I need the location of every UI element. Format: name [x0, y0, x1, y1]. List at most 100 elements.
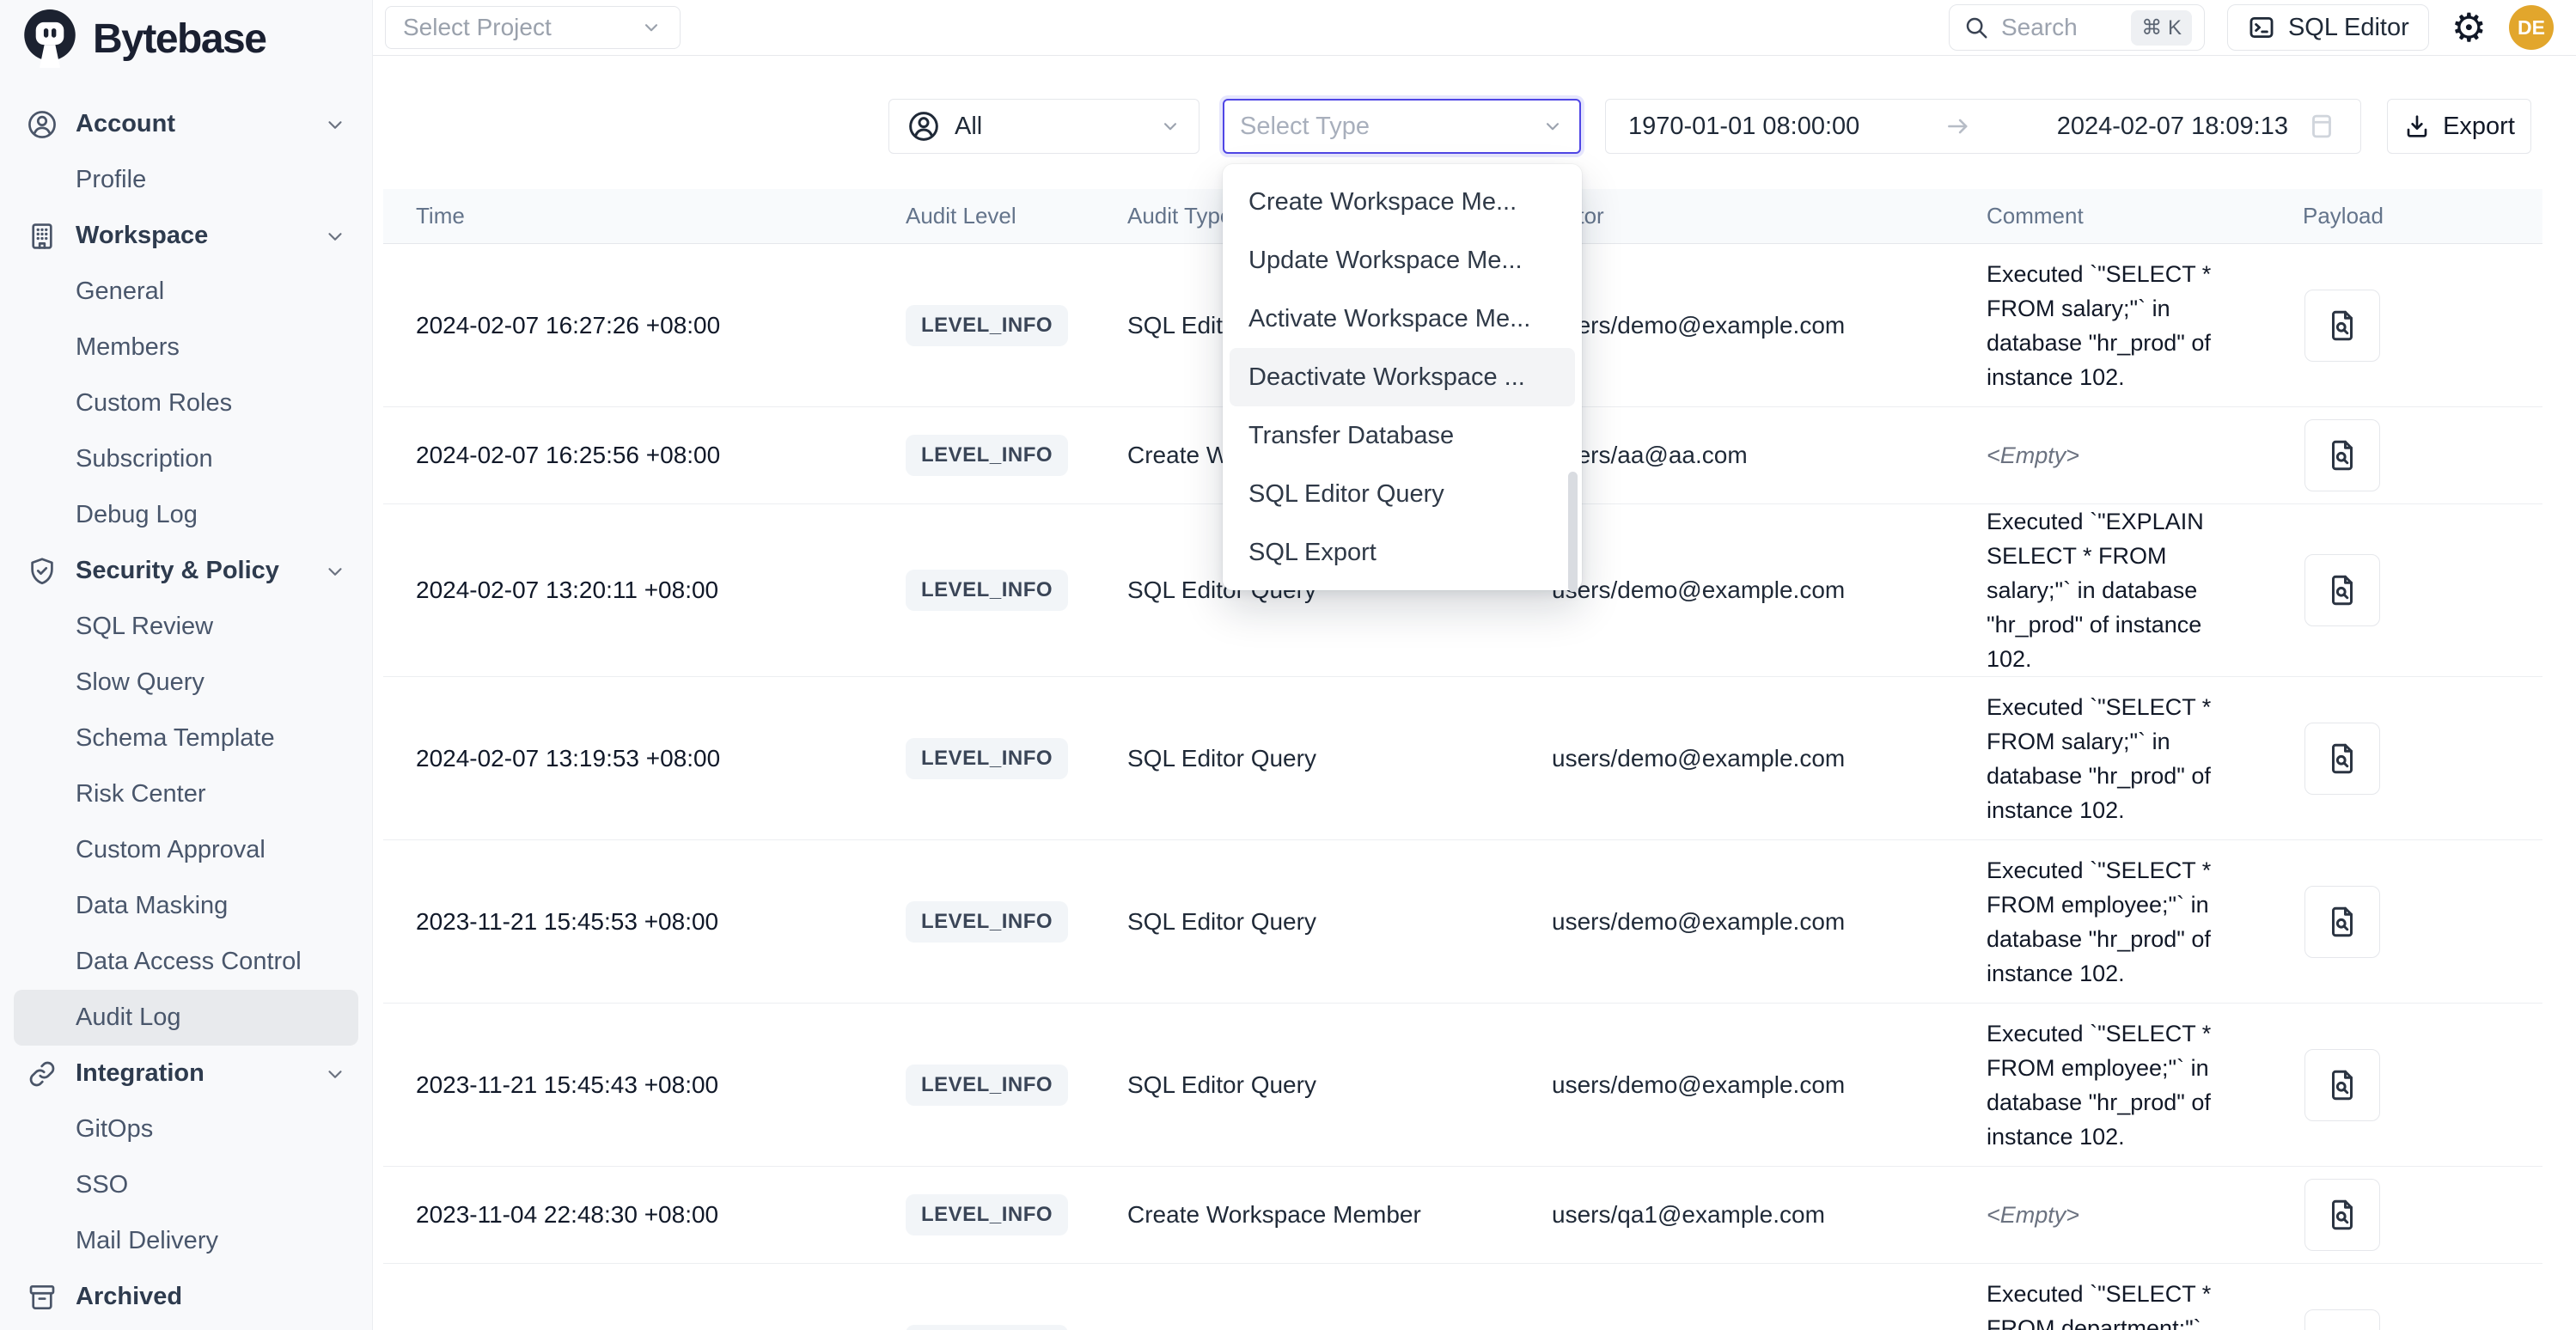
view-payload-button[interactable]	[2304, 886, 2380, 958]
date-range-start[interactable]: 1970-01-01 08:00:00	[1628, 113, 1859, 141]
user-circle-icon	[26, 108, 58, 141]
search-input[interactable]: Search ⌘ K	[1949, 4, 2205, 51]
sql-editor-button[interactable]: SQL Editor	[2227, 4, 2429, 51]
arrow-right-icon	[1877, 112, 2039, 141]
terminal-icon	[2247, 13, 2276, 42]
calendar-icon	[2305, 110, 2338, 143]
logo-text: Bytebase	[93, 15, 266, 63]
dropdown-option[interactable]: Update Workspace Me...	[1230, 231, 1575, 290]
dropdown-option[interactable]: Activate Workspace Me...	[1230, 290, 1575, 348]
cell-audit-level: LEVEL_INFO	[873, 738, 1095, 779]
cell-comment: <Empty>	[1954, 1198, 2270, 1232]
sidebar-item-subscription[interactable]: Subscription	[14, 431, 358, 487]
cell-time: 2024-02-07 13:20:11 +08:00	[383, 577, 873, 604]
table-row: 2023-11-04 22:48:30 +08:00 LEVEL_INFO Cr…	[383, 1167, 2542, 1264]
cell-time: 2023-11-04 22:48:30 +08:00	[383, 1201, 873, 1229]
cell-comment: Executed `"EXPLAIN SELECT * FROM salary;…	[1954, 504, 2270, 676]
cell-payload	[2270, 1049, 2542, 1121]
dropdown-option[interactable]: Deactivate Workspace ...	[1230, 348, 1575, 406]
view-payload-button[interactable]	[2304, 419, 2380, 491]
building-icon	[26, 220, 58, 253]
cell-payload	[2270, 419, 2542, 491]
cell-comment: Executed `"SELECT * FROM salary;"` in da…	[1954, 690, 2270, 827]
actor-filter-select[interactable]: All	[888, 99, 1199, 154]
sidebar-item-audit-log[interactable]: Audit Log	[14, 990, 358, 1046]
actor-filter-value: All	[955, 113, 982, 141]
sidebar-item-risk-center[interactable]: Risk Center	[14, 766, 358, 822]
dropdown-option[interactable]: Transfer Database	[1230, 406, 1575, 465]
export-button[interactable]: Export	[2387, 99, 2531, 154]
topbar: Select Project Search ⌘ K SQL Editor ⚙ D…	[373, 0, 2576, 56]
archive-icon	[26, 1281, 58, 1314]
gear-icon[interactable]: ⚙	[2451, 8, 2487, 47]
sidebar-item-mail-delivery[interactable]: Mail Delivery	[14, 1213, 358, 1269]
avatar-initials: DE	[2518, 16, 2545, 40]
sidebar-item-debug-log[interactable]: Debug Log	[14, 487, 358, 543]
dropdown-option[interactable]: Create Workspace Me...	[1230, 173, 1575, 231]
cell-audit-type: SQL Editor Query	[1095, 908, 1519, 936]
file-search-icon	[2324, 1067, 2360, 1103]
cell-audit-level: LEVEL_INFO	[873, 305, 1095, 346]
project-select[interactable]: Select Project	[385, 6, 681, 49]
date-range-picker[interactable]: 1970-01-01 08:00:00 2024-02-07 18:09:13	[1605, 99, 2361, 154]
download-icon	[2403, 113, 2431, 140]
cell-comment: Executed `"SELECT * FROM department;"` i…	[1954, 1277, 2270, 1330]
sidebar-item-custom-roles[interactable]: Custom Roles	[14, 375, 358, 431]
table-row: 2024-02-07 13:19:53 +08:00 LEVEL_INFO SQ…	[383, 677, 2542, 840]
chevron-down-icon	[1541, 115, 1564, 137]
date-range-end[interactable]: 2024-02-07 18:09:13	[2057, 113, 2288, 141]
cell-time: 2024-02-07 16:27:26 +08:00	[383, 312, 873, 339]
search-placeholder: Search	[2001, 14, 2078, 41]
cell-payload	[2270, 1179, 2542, 1251]
search-shortcut-badge: ⌘ K	[2131, 10, 2192, 46]
sidebar-item-sso[interactable]: SSO	[14, 1157, 358, 1213]
sidebar-item-profile[interactable]: Profile	[14, 152, 358, 208]
cell-audit-level: LEVEL_INFO	[873, 570, 1095, 611]
cell-payload	[2270, 723, 2542, 795]
view-payload-button[interactable]	[2304, 290, 2380, 362]
avatar[interactable]: DE	[2509, 5, 2554, 50]
sidebar-item-general[interactable]: General	[14, 264, 358, 320]
sidebar-section-security-policy[interactable]: Security & Policy	[14, 543, 358, 599]
dropdown-scrollbar-thumb[interactable]	[1568, 472, 1578, 592]
sidebar-item-custom-approval[interactable]: Custom Approval	[14, 822, 358, 878]
filter-bar: All Select Type 1970-01-01 08:00:00 2024…	[373, 56, 2576, 169]
view-payload-button[interactable]	[2304, 723, 2380, 795]
sidebar-item-data-access-control[interactable]: Data Access Control	[14, 934, 358, 990]
type-filter-placeholder: Select Type	[1240, 113, 1370, 141]
cell-time: 2023-11-21 15:45:53 +08:00	[383, 908, 873, 936]
dropdown-option[interactable]: SQL Editor Query	[1230, 465, 1575, 523]
view-payload-button[interactable]	[2304, 554, 2380, 626]
link-icon	[26, 1058, 58, 1090]
sidebar-item-sql-review[interactable]: SQL Review	[14, 599, 358, 655]
sidebar-item-slow-query[interactable]: Slow Query	[14, 655, 358, 711]
table-row: 2023-11-04 01:06:24 +08:00 LEVEL_INFO SQ…	[383, 1264, 2542, 1330]
bytebase-logo[interactable]: Bytebase	[0, 0, 372, 67]
sidebar-section-archived[interactable]: Archived	[14, 1269, 358, 1325]
sidebar-section-account[interactable]: Account	[14, 96, 358, 152]
file-search-icon	[2324, 572, 2360, 608]
file-search-icon	[2324, 1327, 2360, 1330]
view-payload-button[interactable]	[2304, 1049, 2380, 1121]
level-badge: LEVEL_INFO	[906, 901, 1068, 943]
view-payload-button[interactable]	[2304, 1309, 2380, 1330]
level-badge: LEVEL_INFO	[906, 305, 1068, 346]
cell-comment: Executed `"SELECT * FROM employee;"` in …	[1954, 1016, 2270, 1154]
column-header-payload: Payload	[2270, 203, 2542, 229]
export-label: Export	[2443, 113, 2515, 141]
level-badge: LEVEL_INFO	[906, 1194, 1068, 1235]
cell-audit-level: LEVEL_INFO	[873, 435, 1095, 476]
cell-audit-type: SQL Editor Query	[1095, 745, 1519, 772]
sidebar-section-workspace[interactable]: Workspace	[14, 208, 358, 264]
type-filter-select[interactable]: Select Type	[1223, 99, 1581, 154]
view-payload-button[interactable]	[2304, 1179, 2380, 1251]
sidebar-item-members[interactable]: Members	[14, 320, 358, 375]
dropdown-option[interactable]: SQL Export	[1230, 523, 1575, 582]
sidebar-item-gitops[interactable]: GitOps	[14, 1101, 358, 1157]
sidebar-item-data-masking[interactable]: Data Masking	[14, 878, 358, 934]
file-search-icon	[2324, 1197, 2360, 1233]
sidebar-item-schema-template[interactable]: Schema Template	[14, 711, 358, 766]
sidebar-section-integration[interactable]: Integration	[14, 1046, 358, 1101]
file-search-icon	[2324, 308, 2360, 344]
cell-payload	[2270, 886, 2542, 958]
